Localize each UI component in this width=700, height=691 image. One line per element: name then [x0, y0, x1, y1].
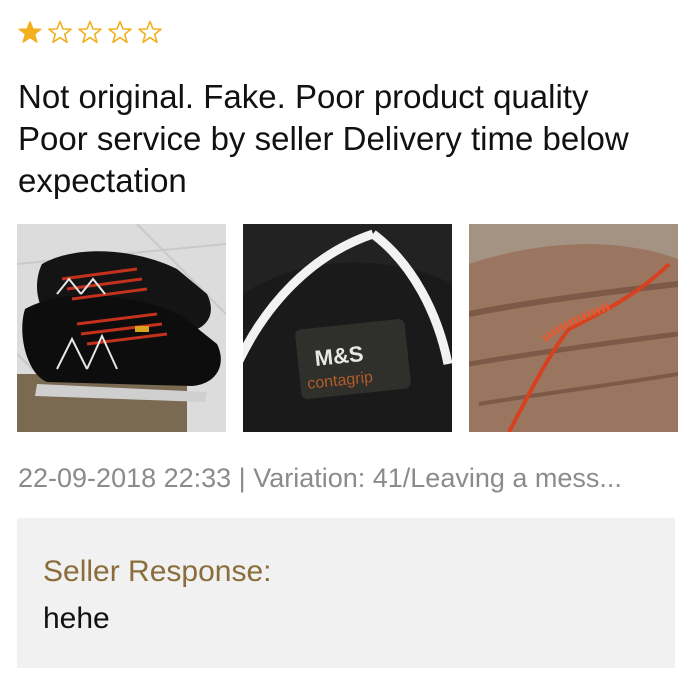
review-meta: 22-09-2018 22:33 | Variation: 41/Leaving… — [18, 463, 622, 493]
review-photo-label[interactable]: M&S contagrip — [243, 224, 452, 432]
seller-response-text: hehe — [43, 602, 110, 635]
review-text: Not original. Fake. Poor product quality… — [18, 78, 629, 199]
star-rating — [18, 20, 162, 44]
review-photos: M&S contagrip — [17, 224, 678, 432]
review-photo-sneakers[interactable] — [17, 224, 226, 432]
star-empty-icon — [78, 20, 102, 44]
star-empty-icon — [108, 20, 132, 44]
seller-response-title: Seller Response: — [43, 555, 272, 588]
star-empty-icon — [138, 20, 162, 44]
star-filled-icon — [18, 20, 42, 43]
star-empty-icon — [48, 20, 72, 44]
seller-response-box: Seller Response: hehe — [17, 518, 675, 668]
review-photo-lace[interactable] — [469, 224, 678, 432]
label-brand-text: M&S — [313, 341, 364, 371]
